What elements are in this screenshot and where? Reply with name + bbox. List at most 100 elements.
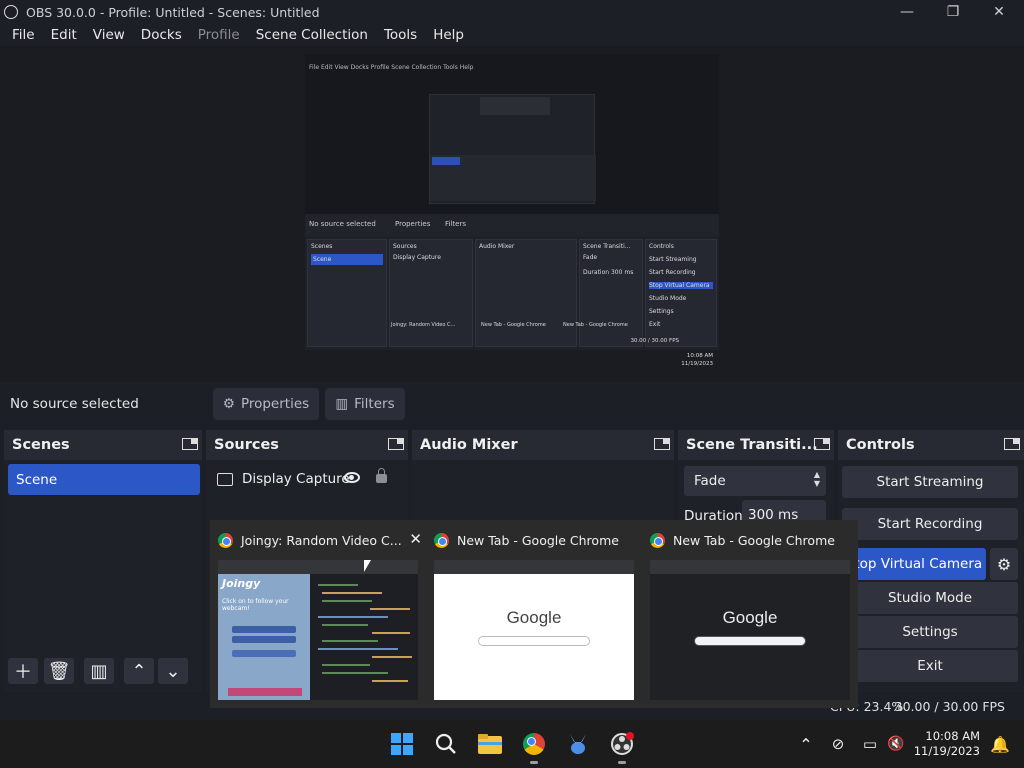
show-hidden-icons-button[interactable]: ⌃ <box>790 728 822 760</box>
preview-mini-taskbar: 10:08 AM 11/19/2023 30.00 / 30.00 FPS <box>305 338 719 372</box>
gear-icon: ⚙ <box>222 396 235 412</box>
taskbar-preview-joingy[interactable]: Joingy: Random Video C... ✕ Joingy Click… <box>210 520 424 708</box>
move-scene-down-button[interactable]: ⌄ <box>158 658 188 684</box>
joingy-logo: Joingy <box>222 577 261 590</box>
controls-body: Start Streaming Start Recording Stop Vir… <box>838 460 1024 692</box>
virtual-camera-settings-button[interactable]: ⚙ <box>990 548 1018 580</box>
maximize-button[interactable]: ❐ <box>930 0 976 24</box>
preview-nested-window: File Edit View Docks Profile Scene Colle… <box>305 54 719 214</box>
undock-icon[interactable] <box>1004 438 1020 450</box>
filter-icon: ▥ <box>335 396 349 412</box>
google-logo: Google <box>506 608 562 627</box>
undock-icon[interactable] <box>814 438 830 450</box>
scenes-list: Scene ＋ 🗑 ▥ ⌃ ⌄ <box>4 460 202 692</box>
preview-mini-controls-dock: Controls Start Streaming Start Recording… <box>645 239 717 347</box>
properties-button[interactable]: ⚙ Properties <box>213 388 319 420</box>
studio-mode-button[interactable]: Studio Mode <box>842 582 1018 614</box>
menu-tools[interactable]: Tools <box>376 27 425 43</box>
gear-icon: ⚙ <box>996 554 1012 574</box>
google-logo: Google <box>722 608 778 627</box>
undock-icon[interactable] <box>182 438 198 450</box>
taskbar-preview-newtab-1[interactable]: New Tab - Google Chrome Google <box>426 520 640 708</box>
volume-button[interactable]: 🔇 <box>880 728 912 760</box>
stop-virtual-camera-button[interactable]: Stop Virtual Camera <box>842 548 986 580</box>
menu-scene-collection[interactable]: Scene Collection <box>248 27 376 43</box>
remove-scene-button[interactable]: 🗑 <box>44 658 74 684</box>
search-icon <box>435 733 456 754</box>
transitions-title: Scene Transiti... <box>686 437 818 453</box>
scenes-dock-header: Scenes <box>4 430 202 460</box>
undock-icon[interactable] <box>388 438 404 450</box>
transitions-header: Scene Transiti... <box>678 430 834 460</box>
obs-taskbar-button[interactable] <box>606 728 638 764</box>
start-button[interactable] <box>386 728 418 760</box>
preview-mini-source-bar: No source selected Properties Filters <box>305 214 719 236</box>
chrome-taskbar-button[interactable] <box>518 728 550 764</box>
scene-item[interactable]: Scene <box>8 464 200 495</box>
close-preview-button[interactable]: ✕ <box>409 530 422 548</box>
clock-date: 11/19/2023 <box>913 744 980 758</box>
preview-mini-menu: File Edit View Docks Profile Scene Colle… <box>309 64 474 71</box>
add-scene-button[interactable]: ＋ <box>8 658 38 684</box>
undock-icon[interactable] <box>654 438 670 450</box>
exit-button[interactable]: Exit <box>842 650 1018 682</box>
menu-edit[interactable]: Edit <box>43 27 85 43</box>
sources-dock-header: Sources <box>206 430 408 460</box>
google-new-tab-page: Google <box>434 574 634 700</box>
filters-button[interactable]: ▥ Filters <box>325 388 405 420</box>
file-explorer-button[interactable] <box>474 728 506 760</box>
minimize-button[interactable]: — <box>884 0 930 24</box>
chrome-icon <box>650 532 665 548</box>
menu-profile[interactable]: Profile <box>190 27 248 43</box>
menu-file[interactable]: File <box>4 27 43 43</box>
clock-time: 10:08 AM <box>925 729 980 743</box>
menu-view[interactable]: View <box>85 27 133 43</box>
controls-header: Controls <box>838 430 1024 460</box>
scene-filters-button[interactable]: ▥ <box>84 658 114 684</box>
chrome-icon <box>218 532 233 548</box>
joingy-text: Click on to follow your webcam! <box>222 598 289 612</box>
eye-icon[interactable] <box>344 472 360 483</box>
lock-icon[interactable] <box>376 468 387 483</box>
app-taskbar-button[interactable] <box>562 728 594 760</box>
taskbar-preview-newtab-2[interactable]: New Tab - Google Chrome Google <box>642 520 856 708</box>
preview-area[interactable]: File Edit View Docks Profile Scene Colle… <box>0 46 1024 382</box>
trash-icon: 🗑 <box>47 660 71 682</box>
preview-canvas[interactable]: File Edit View Docks Profile Scene Colle… <box>305 54 719 372</box>
preview-mini-filters: Filters <box>445 220 466 228</box>
menu-help[interactable]: Help <box>425 27 472 43</box>
source-toolbar: No source selected ⚙ Properties ▥ Filter… <box>0 382 1024 428</box>
properties-label: Properties <box>240 396 310 412</box>
menu-docks[interactable]: Docks <box>133 27 190 43</box>
controls-title: Controls <box>846 437 915 453</box>
move-scene-up-button[interactable]: ⌃ <box>124 658 154 684</box>
mute-icon: 🔇 <box>887 736 905 752</box>
google-search-box <box>694 636 806 646</box>
audio-mixer-header: Audio Mixer <box>412 430 674 460</box>
taskbar-clock[interactable]: 10:08 AM 11/19/2023 <box>914 729 980 759</box>
google-search-box <box>478 636 590 646</box>
scenes-dock: Scenes Scene ＋ 🗑 ▥ ⌃ ⌄ <box>4 430 202 692</box>
preview-recursive-image <box>429 94 596 204</box>
transition-select[interactable]: Fade ▲ ▼ <box>684 466 826 496</box>
search-button[interactable] <box>430 728 462 760</box>
scenes-dock-title: Scenes <box>12 437 70 453</box>
network-status-button[interactable]: ⊘ <box>822 728 854 760</box>
sources-dock-title: Sources <box>214 437 279 453</box>
notifications-button[interactable]: 🔔 <box>984 728 1016 760</box>
obs-logo-icon <box>4 5 18 19</box>
start-recording-button[interactable]: Start Recording <box>842 508 1018 540</box>
windows-logo-icon <box>391 733 413 755</box>
monitor-icon: ▭ <box>862 735 878 753</box>
source-item[interactable]: Display Capture <box>214 464 400 494</box>
windows-taskbar: ⌃ ⊘ ▭ 🔇 10:08 AM 11/19/2023 🔔 <box>0 720 1024 768</box>
chevron-down-icon: ⌄ <box>165 660 181 682</box>
audio-mixer-title: Audio Mixer <box>420 437 518 453</box>
start-streaming-button[interactable]: Start Streaming <box>842 466 1018 498</box>
close-button[interactable]: ✕ <box>976 0 1022 24</box>
controls-dock: Controls Start Streaming Start Recording… <box>838 430 1024 692</box>
updown-arrows-icon: ▲ ▼ <box>813 470 820 488</box>
settings-button[interactable]: Settings <box>842 616 1018 648</box>
preview-title: New Tab - Google Chrome <box>650 532 848 548</box>
no-source-label: No source selected <box>10 396 139 412</box>
